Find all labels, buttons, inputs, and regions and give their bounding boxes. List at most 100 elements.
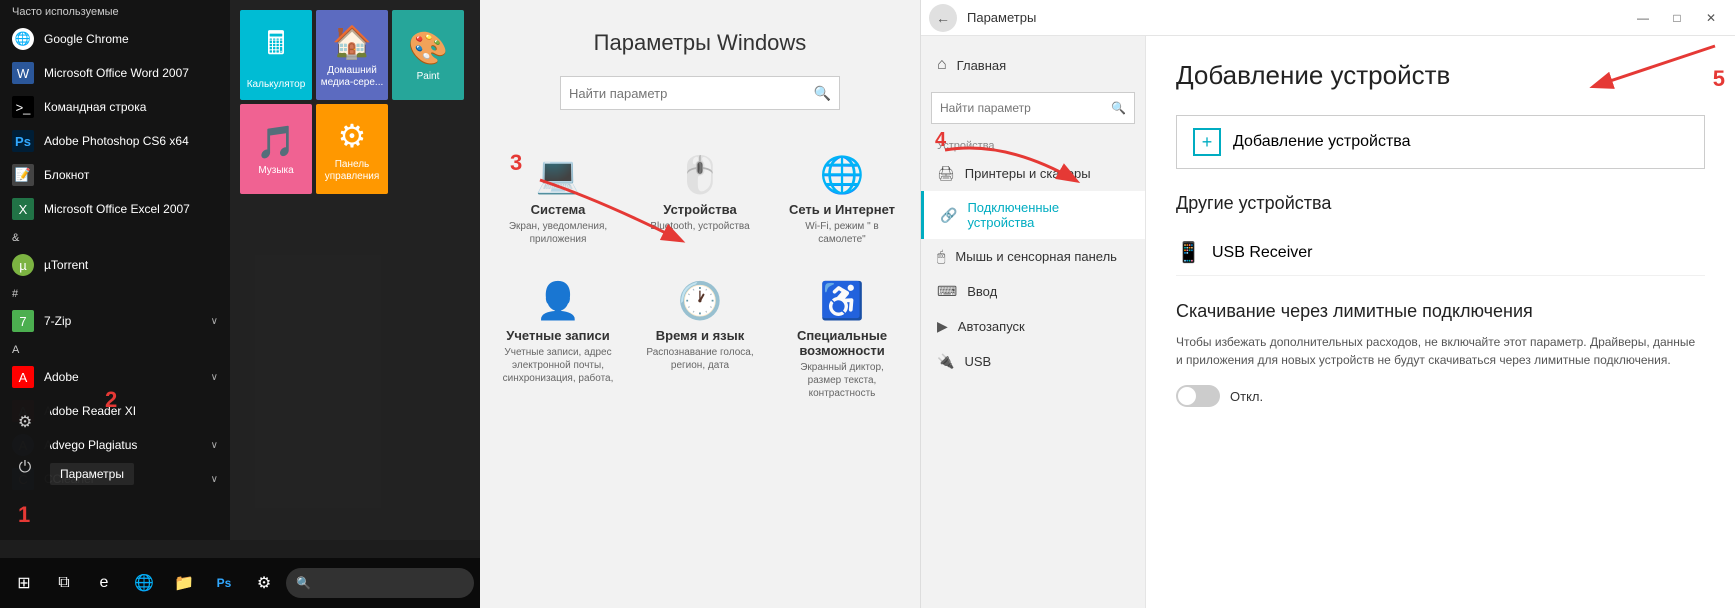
utorrent-icon: µ (12, 254, 34, 276)
accessibility-sub: Экранный диктор, размер текста, контраст… (785, 361, 899, 400)
ps-icon: Ps (12, 130, 34, 152)
cmd-label: Командная строка (44, 100, 218, 114)
tile-music[interactable]: 🎵 Музыка (240, 104, 312, 194)
titlebar-controls: — □ ✕ (1627, 4, 1727, 32)
start-item-word[interactable]: W Microsoft Office Word 2007 (0, 56, 230, 90)
system-icon: 💻 (536, 154, 581, 196)
ccleaner-expand-icon: ∨ (211, 474, 218, 485)
tile-paint[interactable]: 🎨 Paint (392, 10, 464, 100)
notepad-icon: 📝 (12, 164, 34, 186)
add-plus-icon: + (1193, 128, 1221, 156)
nav-home[interactable]: ⌂ Главная (921, 46, 1145, 84)
settings-main-inner: Параметры Windows 🔍 💻 Система Экран, уве… (480, 0, 920, 540)
usbreceiver-icon: 📱 (1176, 240, 1200, 265)
music-label: Музыка (258, 165, 293, 177)
search-icon: 🔍 (296, 576, 311, 590)
nav-search[interactable]: 🔍 (931, 92, 1135, 124)
mouse-icon: 🖱 (937, 248, 945, 265)
start-item-notepad[interactable]: 📝 Блокнот (0, 158, 230, 192)
7zip-expand-icon: ∨ (211, 316, 218, 327)
settings-card-time[interactable]: 🕐 Время и язык Распознавание голоса, рег… (635, 266, 765, 408)
paint-icon: 🎨 (408, 29, 448, 67)
annotation-2: 2 (105, 387, 117, 413)
edge-button[interactable]: e (86, 565, 122, 601)
section-title-frequent: Часто используемые (0, 0, 230, 22)
nav-item-mouse[interactable]: 🖱 Мышь и сенсорная панель (921, 239, 1145, 274)
tile-calculator[interactable]: 🖩 Калькулятор (240, 10, 312, 100)
settings-button[interactable]: ⚙ (7, 404, 43, 440)
add-device-button[interactable]: + Добавление устройства (1176, 115, 1705, 169)
add-device-label: Добавление устройства (1233, 133, 1411, 151)
search-icon: 🔍 (814, 85, 831, 102)
settings-card-accessibility[interactable]: ♿ Специальные возможности Экранный дикто… (777, 266, 907, 408)
minimize-button[interactable]: — (1627, 4, 1659, 32)
start-item-7zip[interactable]: 7 7-Zip ∨ (0, 304, 230, 338)
word-label: Microsoft Office Word 2007 (44, 66, 218, 80)
7zip-label: 7-Zip (44, 314, 211, 328)
settings-main-search-input[interactable] (569, 86, 814, 101)
usbreceiver-name: USB Receiver (1212, 244, 1312, 262)
connected-label: Подключенные устройства (967, 200, 1129, 230)
power-button[interactable]: ⏻ (7, 450, 43, 486)
settings-content: Добавление устройств + Добавление устрой… (1146, 36, 1735, 608)
paint-label: Paint (417, 71, 440, 83)
divider-hash: # (0, 282, 230, 304)
input-label: Ввод (967, 284, 997, 299)
taskbar: ⊞ ⧉ e 🌐 📁 Ps ⚙ 🔍 (0, 558, 480, 608)
annotation-1: 1 (18, 502, 30, 528)
back-button[interactable]: ← (929, 4, 957, 32)
start-item-utorrent[interactable]: µ µTorrent (0, 248, 230, 282)
start-item-excel[interactable]: X Microsoft Office Excel 2007 (0, 192, 230, 226)
settings-card-network[interactable]: 🌐 Сеть и Интернет Wi-Fi, режим " в самол… (777, 140, 907, 254)
download-title: Скачивание через лимитные подключения (1176, 300, 1705, 323)
start-tiles: 🖩 Калькулятор 🏠 Домашний медиа-сере... 🎨… (230, 0, 480, 540)
download-desc: Чтобы избежать дополнительных расходов, … (1176, 333, 1705, 369)
content-main-title: Добавление устройств (1176, 60, 1705, 91)
system-title: Система (531, 202, 586, 217)
limit-download-toggle[interactable] (1176, 385, 1220, 407)
start-button[interactable]: ⊞ (6, 565, 42, 601)
time-sub: Распознавание голоса, регион, дата (643, 346, 757, 372)
start-item-cmd[interactable]: >_ Командная строка (0, 90, 230, 124)
settings-body: ⌂ Главная 🔍 Устройства 🖨 Принтеры и скан… (921, 36, 1735, 608)
devices-icon: 🖱️ (678, 154, 723, 196)
settings-card-devices[interactable]: 🖱️ Устройства Bluetooth, устройства (635, 140, 765, 254)
nav-item-autoplay[interactable]: ▶ Автозапуск (921, 309, 1145, 344)
nav-item-input[interactable]: ⌨ Ввод (921, 274, 1145, 309)
settings-main-search[interactable]: 🔍 (560, 76, 840, 110)
maximize-button[interactable]: □ (1661, 4, 1693, 32)
settings-titlebar: ← Параметры — □ ✕ (921, 0, 1735, 36)
annotation-5: 5 (1713, 66, 1725, 92)
nav-item-printers[interactable]: 🖨 Принтеры и сканеры (921, 156, 1145, 191)
settings-cards-grid: 💻 Система Экран, уведомления, приложения… (493, 140, 907, 408)
nav-search-input[interactable] (940, 101, 1111, 115)
device-item-usbreceiver: 📱 USB Receiver (1176, 230, 1705, 276)
task-view-button[interactable]: ⧉ (46, 565, 82, 601)
toggle-row: Откл. (1176, 385, 1705, 407)
home-icon: ⌂ (937, 56, 947, 74)
autoplay-label: Автозапуск (958, 319, 1025, 334)
autoplay-icon: ▶ (937, 318, 948, 335)
ps-label: Adobe Photoshop CS6 x64 (44, 134, 218, 148)
calc-icon: 🖩 (266, 21, 285, 75)
explorer-button[interactable]: 📁 (166, 565, 202, 601)
ps-taskbar-button[interactable]: Ps (206, 565, 242, 601)
nav-home-label: Главная (957, 58, 1006, 73)
nav-item-connected[interactable]: 🔗 Подключенные устройства (921, 191, 1145, 239)
chrome-taskbar-button[interactable]: 🌐 (126, 565, 162, 601)
settings-taskbar-button[interactable]: ⚙ (246, 565, 282, 601)
nav-item-usb[interactable]: 🔌 USB (921, 344, 1145, 379)
7zip-icon: 7 (12, 310, 34, 332)
calc-label: Калькулятор (247, 79, 306, 91)
settings-window: ← Параметры — □ ✕ ⌂ Главная 🔍 Устройства (920, 0, 1735, 608)
tile-control-panel[interactable]: ⚙ Панель управления (316, 104, 388, 194)
taskbar-search[interactable]: 🔍 (286, 568, 474, 598)
network-sub: Wi-Fi, режим " в самолете" (785, 220, 899, 246)
network-title: Сеть и Интернет (789, 202, 895, 217)
tile-media[interactable]: 🏠 Домашний медиа-сере... (316, 10, 388, 100)
start-item-photoshop[interactable]: Ps Adobe Photoshop CS6 x64 (0, 124, 230, 158)
start-menu: Часто используемые 🌐 Google Chrome W Mic… (0, 0, 480, 608)
close-button[interactable]: ✕ (1695, 4, 1727, 32)
settings-card-accounts[interactable]: 👤 Учетные записи Учетные записи, адрес э… (493, 266, 623, 408)
start-item-chrome[interactable]: 🌐 Google Chrome (0, 22, 230, 56)
